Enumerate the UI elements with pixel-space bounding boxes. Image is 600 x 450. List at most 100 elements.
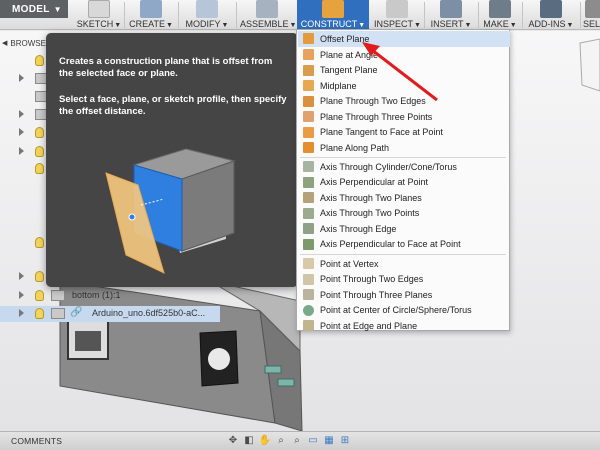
menu-item-label: Point at Vertex [320, 258, 379, 269]
plane-along-path-icon [303, 142, 314, 154]
display-settings-icon[interactable]: ▭ [306, 434, 320, 447]
menu-item-label: Point Through Three Planes [320, 289, 433, 300]
visibility-bulb-icon[interactable] [35, 55, 44, 66]
menu-item-label: Point at Edge and Plane [320, 320, 418, 331]
menu-separator [300, 254, 506, 255]
orbit-icon[interactable]: ✥ [226, 434, 240, 447]
menu-item-point-center[interactable]: Point at Center of Circle/Sphere/Torus [298, 303, 510, 319]
toolbar-insert[interactable]: INSERT▼ [428, 0, 474, 30]
point-vertex-icon [303, 258, 314, 270]
expand-arrow-icon[interactable] [19, 272, 24, 280]
menu-item-axis-two-points[interactable]: Axis Through Two Points [298, 206, 510, 222]
menu-item-plane-at-angle[interactable]: Plane at Angle [298, 47, 510, 63]
toolbar-select[interactable]: SEL [583, 0, 600, 30]
menu-item-tangent-plane[interactable]: Tangent Plane [298, 63, 510, 79]
menu-item-plane-along-path[interactable]: Plane Along Path [298, 140, 510, 156]
point-two-edges-icon [303, 273, 314, 285]
axis-two-points-icon [303, 207, 314, 219]
collapse-icon: ◀ [2, 40, 8, 47]
browser-row-label: Arduino_uno.6df525b0-aC... [92, 308, 206, 318]
workspace-switcher[interactable]: MODEL ▼ [0, 0, 68, 18]
toolbar-add-ins[interactable]: ADD-INS▼ [526, 0, 576, 30]
plane-three-points-icon [303, 111, 314, 123]
menu-item-label: Axis Through Edge [320, 223, 397, 234]
toolbar-assemble[interactable]: ASSEMBLE▼ [240, 0, 296, 30]
look-at-icon[interactable]: ◧ [242, 434, 256, 447]
visibility-bulb-icon[interactable] [35, 237, 44, 248]
menu-item-midplane[interactable]: Midplane [298, 78, 510, 94]
toolbar-make[interactable]: MAKE▼ [482, 0, 518, 30]
browser-row-bottom[interactable]: bottom (1):1 [0, 288, 220, 304]
midplane-icon [303, 80, 314, 92]
menu-item-plane-two-edges[interactable]: Plane Through Two Edges [298, 94, 510, 110]
command-tooltip: Creates a construction plane that is off… [46, 33, 298, 287]
menu-item-label: Point at Center of Circle/Sphere/Torus [320, 305, 472, 316]
menu-item-point-edge-plane[interactable]: Point at Edge and Plane [298, 318, 510, 334]
visibility-bulb-icon[interactable] [35, 271, 44, 282]
toolbar-construct[interactable]: CONSTRUCT▼ [297, 0, 369, 30]
menu-item-offset-plane[interactable]: Offset Plane [298, 31, 510, 47]
browser-row-arduino[interactable]: 🔗 Arduino_uno.6df525b0-aC... [0, 306, 220, 322]
toolbar-create[interactable]: CREATE▼ [128, 0, 174, 30]
menu-item-point-vertex[interactable]: Point at Vertex [298, 256, 510, 272]
expand-arrow-icon[interactable] [19, 128, 24, 136]
menu-item-label: Plane Tangent to Face at Point [320, 127, 443, 138]
menu-item-plane-tangent-face[interactable]: Plane Tangent to Face at Point [298, 125, 510, 141]
menu-item-plane-three-points[interactable]: Plane Through Three Points [298, 109, 510, 125]
expand-arrow-icon[interactable] [19, 74, 24, 82]
toolbar-sketch[interactable]: SKETCH▼ [76, 0, 122, 30]
menu-item-axis-two-planes[interactable]: Axis Through Two Planes [298, 190, 510, 206]
menu-item-label: Plane Along Path [320, 142, 390, 153]
visibility-bulb-icon[interactable] [35, 146, 44, 157]
menu-item-axis-cylinder[interactable]: Axis Through Cylinder/Cone/Torus [298, 159, 510, 175]
inspect-icon [386, 0, 408, 18]
toolbar-inspect[interactable]: INSPECT▼ [374, 0, 421, 30]
menu-item-point-three-planes[interactable]: Point Through Three Planes [298, 287, 510, 303]
menu-item-label: Axis Through Two Points [320, 208, 420, 219]
expand-arrow-icon[interactable] [19, 309, 24, 317]
axis-cylinder-icon [303, 161, 314, 173]
menu-item-label: Plane Through Three Points [320, 111, 433, 122]
expand-arrow-icon[interactable] [19, 110, 24, 118]
comments-label[interactable]: COMMENTS [11, 436, 62, 446]
zoom-icon[interactable]: ⌕ [274, 434, 288, 447]
toolbar-modify[interactable]: MODIFY▼ [182, 0, 232, 30]
menu-item-axis-perp-point[interactable]: Axis Perpendicular at Point [298, 175, 510, 191]
viewports-icon[interactable]: ⊞ [338, 434, 352, 447]
visibility-bulb-icon[interactable] [35, 163, 44, 174]
chevron-down-icon: ▼ [53, 4, 62, 14]
grid-settings-icon[interactable]: ▦ [322, 434, 336, 447]
modify-icon [196, 0, 218, 18]
axis-edge-icon [303, 223, 314, 235]
toolbar-sketch-label: SKETCH [76, 19, 114, 29]
visibility-bulb-icon[interactable] [35, 127, 44, 138]
expand-arrow-icon[interactable] [19, 147, 24, 155]
zoom-window-icon[interactable]: ⌕ [290, 434, 304, 447]
component-icon [51, 290, 65, 301]
toolbar-assemble-label: ASSEMBLE [240, 19, 289, 29]
toolbar-construct-label: CONSTRUCT [300, 19, 358, 29]
menu-item-label: Plane Through Two Edges [320, 96, 426, 107]
toolbar: MODEL ▼ SKETCH▼ CREATE▼ MODIFY▼ ASSEMBLE… [0, 0, 600, 30]
visibility-bulb-icon[interactable] [35, 308, 44, 319]
visibility-bulb-icon[interactable] [35, 290, 44, 301]
menu-item-label: Plane at Angle [320, 49, 379, 60]
link-icon: 🔗 [70, 307, 83, 318]
pan-icon[interactable]: ✋ [258, 434, 272, 447]
plane-tangent-face-icon [303, 126, 314, 138]
toolbar-add-ins-label: ADD-INS [528, 19, 566, 29]
toolbar-make-label: MAKE [483, 19, 509, 29]
plane-two-edges-icon [303, 95, 314, 107]
insert-icon [440, 0, 462, 18]
menu-item-point-two-edges[interactable]: Point Through Two Edges [298, 272, 510, 288]
toolbar-modify-label: MODIFY [185, 19, 221, 29]
axis-perp-face-icon [303, 238, 314, 250]
menu-item-label: Axis Perpendicular at Point [320, 177, 429, 188]
menu-item-axis-perp-face[interactable]: Axis Perpendicular to Face at Point [298, 237, 510, 253]
menu-item-axis-edge[interactable]: Axis Through Edge [298, 221, 510, 237]
sketch-icon [88, 0, 110, 18]
workspace-label: MODEL [12, 3, 50, 15]
expand-arrow-icon[interactable] [19, 291, 24, 299]
select-icon [585, 0, 600, 18]
toolbar-inspect-label: INSPECT [374, 19, 414, 29]
